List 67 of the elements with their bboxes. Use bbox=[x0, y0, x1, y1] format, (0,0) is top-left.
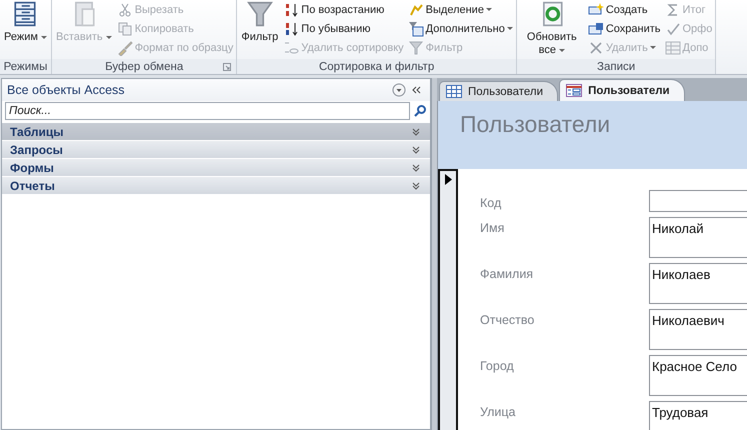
caret-icon bbox=[486, 8, 492, 12]
text-field[interactable]: Николай bbox=[649, 217, 747, 258]
group-label: Режимы bbox=[4, 60, 48, 72]
nav-section[interactable]: Формы bbox=[2, 159, 430, 177]
copy-icon bbox=[116, 21, 133, 37]
caret-icon bbox=[506, 27, 513, 31]
text-field[interactable]: Красное Село bbox=[649, 355, 747, 396]
ribbon-button[interactable]: Фильтр bbox=[240, 0, 280, 59]
field-label: Фамилия bbox=[480, 266, 534, 281]
ribbon-button[interactable]: Режим bbox=[3, 0, 48, 59]
pane-title: Все объекты Access bbox=[7, 83, 126, 97]
caret-icon bbox=[106, 36, 112, 40]
caret-icon bbox=[650, 46, 656, 50]
field-label: Отчество bbox=[480, 312, 536, 327]
ribbon-button[interactable]: По убыванию bbox=[283, 20, 404, 38]
ribbon-button[interactable]: Создать bbox=[588, 1, 660, 19]
document-tab[interactable]: Пользователи bbox=[439, 81, 558, 101]
advanced-filter-icon bbox=[408, 21, 424, 37]
ribbon-button[interactable]: Дополнительно bbox=[408, 20, 513, 38]
clear-sort-icon bbox=[283, 40, 300, 56]
ribbon-button[interactable]: По возрастанию bbox=[283, 1, 404, 19]
nav-section[interactable]: Таблицы bbox=[2, 123, 430, 141]
field-label: Улица bbox=[480, 404, 516, 419]
document-tab[interactable]: Пользователи bbox=[559, 79, 685, 101]
brush-icon bbox=[116, 40, 133, 56]
save-icon bbox=[588, 21, 604, 37]
spelling-icon bbox=[664, 21, 680, 37]
form-title: Пользователи bbox=[460, 111, 610, 137]
ribbon-button[interactable]: Сохранить bbox=[588, 20, 660, 38]
selection-icon bbox=[408, 2, 424, 18]
ribbon-button[interactable]: Выделение bbox=[408, 1, 513, 19]
double-chevron-down-icon bbox=[412, 164, 420, 172]
ribbon-button[interactable]: Обновить все bbox=[520, 0, 584, 59]
double-chevron-down-icon bbox=[412, 182, 420, 190]
group-label: Буфер обмена bbox=[105, 60, 184, 72]
form-icon bbox=[566, 84, 582, 97]
text-field[interactable]: Николаевич bbox=[649, 309, 747, 350]
text-field[interactable] bbox=[649, 190, 747, 212]
search-icon[interactable] bbox=[413, 104, 427, 118]
sort-ascending-icon bbox=[283, 2, 300, 18]
nav-section[interactable]: Отчеты bbox=[2, 177, 430, 195]
dropdown-circle-icon bbox=[392, 83, 406, 97]
text-field[interactable]: Николаев bbox=[649, 263, 747, 304]
scissors-icon bbox=[116, 2, 133, 18]
form-view-icon bbox=[12, 1, 38, 27]
sort-descending-icon bbox=[283, 21, 300, 37]
field-label: Имя bbox=[480, 220, 506, 235]
double-chevron-down-icon bbox=[412, 146, 420, 154]
group-label: Сортировка и фильтр bbox=[318, 60, 434, 72]
caret-icon bbox=[559, 49, 566, 53]
search-field[interactable]: Поиск... bbox=[5, 102, 410, 120]
grid-icon bbox=[664, 40, 680, 56]
current-record-icon bbox=[444, 174, 452, 185]
nav-section[interactable]: Запросы bbox=[2, 141, 430, 159]
text-field[interactable]: Трудовая bbox=[649, 401, 747, 430]
caret-icon bbox=[40, 36, 47, 40]
filter-icon bbox=[408, 40, 424, 56]
record-selector[interactable] bbox=[438, 169, 458, 430]
field-label: Город bbox=[480, 358, 515, 373]
table-icon bbox=[446, 85, 462, 98]
double-chevron-down-icon bbox=[412, 128, 420, 136]
field-label: Код bbox=[480, 195, 502, 210]
dialog-launcher-icon[interactable] bbox=[223, 63, 232, 71]
menu-button[interactable] bbox=[390, 83, 408, 97]
close-icon bbox=[588, 40, 604, 56]
group-label: Записи bbox=[597, 60, 636, 72]
double-chevron-left-icon bbox=[410, 84, 422, 96]
